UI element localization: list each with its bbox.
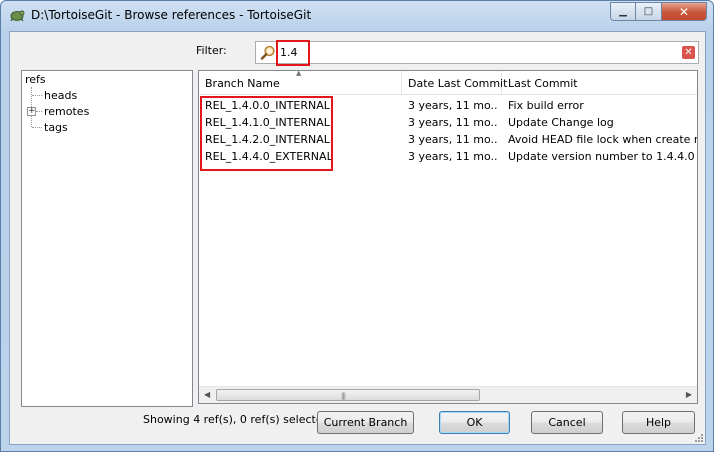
tree-node-refs[interactable]: refs xyxy=(25,73,46,86)
expand-plus-icon[interactable]: + xyxy=(27,107,36,116)
tree-node-heads[interactable]: heads xyxy=(44,89,77,102)
filter-input[interactable] xyxy=(280,45,660,60)
tree-node-remotes[interactable]: remotes xyxy=(44,105,89,118)
tree-node-tags[interactable]: tags xyxy=(44,121,68,134)
window-title: D:\TortoiseGit - Browse references - Tor… xyxy=(31,8,312,22)
minimize-icon: ▁ xyxy=(619,6,627,17)
column-header-last-commit[interactable]: Last Commit xyxy=(502,71,697,95)
last-commit-cell: Update Change log xyxy=(508,116,614,129)
browse-references-window: D:\TortoiseGit - Browse references - Tor… xyxy=(0,0,714,452)
last-commit-cell: Fix build error xyxy=(508,99,584,112)
refs-tree[interactable]: refs heads + remotes tags xyxy=(21,70,193,407)
scroll-left-icon[interactable]: ◀ xyxy=(204,390,210,399)
column-label: Date Last Commit xyxy=(408,77,508,90)
date-cell: 3 years, 11 mo... xyxy=(408,99,498,112)
dialog-body: Filter: ✕ refs heads + remotes tags xyxy=(9,31,706,445)
column-label: Last Commit xyxy=(508,77,578,90)
grip-icon: ||| xyxy=(341,392,346,400)
column-header-branch-name[interactable]: Branch Name ▲ xyxy=(199,71,402,95)
column-label: Branch Name xyxy=(205,77,280,90)
date-cell: 3 years, 11 mo... xyxy=(408,133,498,146)
horizontal-scrollbar[interactable]: ◀ ||| ▶ xyxy=(199,386,697,403)
resize-grip-icon[interactable] xyxy=(694,433,704,443)
column-header-date-last-commit[interactable]: Date Last Commit xyxy=(402,71,507,95)
scrollbar-thumb[interactable]: ||| xyxy=(216,389,480,401)
branch-highlight-box xyxy=(200,96,333,171)
date-cell: 3 years, 11 mo... xyxy=(408,116,498,129)
last-commit-cell: Update version number to 1.4.4.0 xyxy=(508,150,695,163)
tree-connector xyxy=(32,127,42,128)
sort-ascending-icon: ▲ xyxy=(296,70,302,77)
clear-filter-icon[interactable]: ✕ xyxy=(682,46,695,59)
search-icon[interactable] xyxy=(259,44,277,62)
ok-button[interactable]: OK xyxy=(439,411,510,434)
tortoisegit-app-icon xyxy=(10,10,25,22)
minimize-button[interactable]: ▁ xyxy=(610,2,636,21)
close-button[interactable]: ✕ xyxy=(662,2,707,21)
title-bar[interactable]: D:\TortoiseGit - Browse references - Tor… xyxy=(1,1,713,29)
tree-connector xyxy=(36,111,42,112)
current-branch-button[interactable]: Current Branch xyxy=(317,411,414,434)
maximize-button[interactable]: □ xyxy=(636,2,662,21)
date-cell: 3 years, 11 mo... xyxy=(408,150,498,163)
last-commit-cell: Avoid HEAD file lock when create new r xyxy=(508,133,697,146)
list-header: Branch Name ▲ Date Last Commit Last Comm… xyxy=(199,71,697,95)
refs-list[interactable]: Branch Name ▲ Date Last Commit Last Comm… xyxy=(198,70,698,404)
filter-label: Filter: xyxy=(196,44,227,57)
status-text: Showing 4 ref(s), 0 ref(s) selected xyxy=(143,413,330,426)
maximize-icon: □ xyxy=(643,6,654,17)
filter-box[interactable]: ✕ xyxy=(255,41,699,64)
close-icon: ✕ xyxy=(678,4,690,19)
caption-buttons: ▁ □ ✕ xyxy=(610,2,707,21)
help-button[interactable]: Help xyxy=(622,411,695,434)
cancel-button[interactable]: Cancel xyxy=(531,411,603,434)
scroll-right-icon[interactable]: ▶ xyxy=(686,390,692,399)
tree-connector xyxy=(32,95,42,96)
filter-highlight-box xyxy=(276,40,310,66)
